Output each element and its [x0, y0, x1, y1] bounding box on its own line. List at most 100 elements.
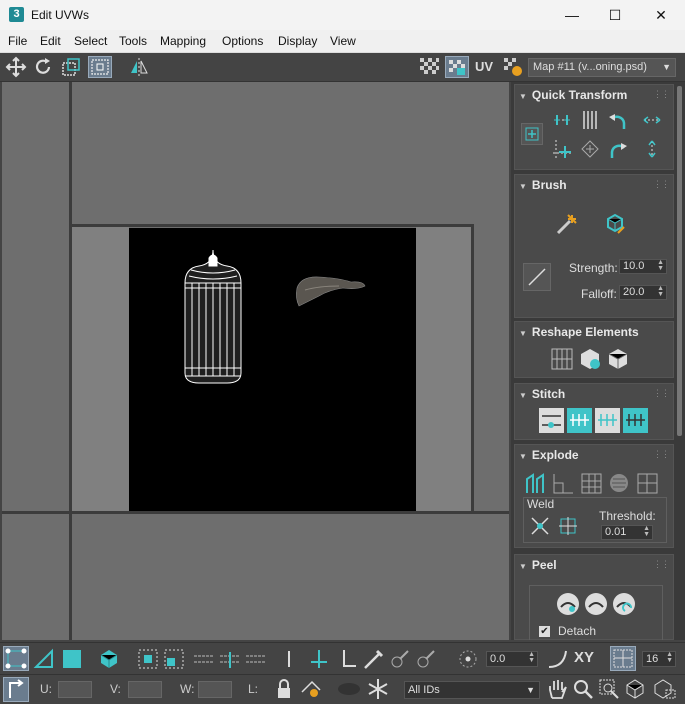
shrink-selection-icon[interactable]: [163, 648, 185, 670]
scale-icon[interactable]: [60, 56, 82, 78]
rollout-title[interactable]: ▼ Stitch: [519, 387, 565, 401]
paint-move-icon[interactable]: [554, 211, 580, 237]
rollout-reshape-elements: ▼ Reshape Elements: [514, 321, 674, 378]
flip-horizontal-icon[interactable]: [641, 109, 663, 131]
w-field[interactable]: [198, 681, 232, 698]
pan-hand-icon[interactable]: [546, 678, 568, 700]
menu-edit[interactable]: Edit: [40, 34, 61, 48]
absolute-relative-icon[interactable]: [3, 677, 29, 702]
stitch-average-icon[interactable]: [595, 408, 620, 433]
maximize-button[interactable]: ☐: [592, 0, 638, 30]
eye-icon[interactable]: [336, 678, 362, 700]
menu-mapping[interactable]: Mapping: [160, 34, 206, 48]
select-overlap-icon[interactable]: [336, 648, 358, 670]
menu-tools[interactable]: Tools: [119, 34, 147, 48]
quick-peel-icon[interactable]: [555, 591, 581, 617]
align-horizontal-icon[interactable]: [551, 109, 573, 131]
uv-mesh[interactable]: [129, 228, 416, 511]
menu-select[interactable]: Select: [74, 34, 107, 48]
peel-mode-icon[interactable]: [583, 591, 609, 617]
minimize-button[interactable]: —: [549, 0, 595, 30]
reset-peel-icon[interactable]: [611, 591, 637, 617]
grip-icon: ⋮⋮: [653, 388, 670, 398]
mirror-icon[interactable]: [128, 56, 150, 78]
checker-icon[interactable]: [418, 56, 440, 78]
uv-tile-border: [72, 227, 129, 511]
freeform-icon[interactable]: [88, 56, 112, 78]
break-icon[interactable]: [523, 471, 548, 496]
relax-brush-icon[interactable]: [602, 211, 628, 237]
panel-scrollbar[interactable]: [677, 86, 682, 436]
relax-icon[interactable]: [577, 346, 603, 372]
rollout-title[interactable]: ▼ Quick Transform: [519, 88, 627, 102]
flip-vertical-icon[interactable]: [641, 138, 663, 160]
map-icon[interactable]: [502, 56, 524, 78]
flatten-by-smoothing-icon[interactable]: [607, 471, 632, 496]
brush-size-icon[interactable]: [523, 263, 551, 291]
rotate-cw-icon[interactable]: [607, 138, 629, 160]
detach-edge-icon[interactable]: [551, 471, 576, 496]
xy-axis-label[interactable]: XY: [574, 649, 594, 666]
strength-spinner[interactable]: 10.0 ▲ ▼: [619, 259, 667, 274]
align-grid-icon[interactable]: [551, 138, 573, 160]
hide-icon[interactable]: [300, 678, 324, 700]
element-mode-icon[interactable]: [98, 648, 120, 670]
vertex-mode-icon[interactable]: [3, 646, 29, 671]
menu-options[interactable]: Options: [222, 34, 263, 48]
grid-snap-icon[interactable]: [610, 646, 636, 671]
v-field[interactable]: [128, 681, 162, 698]
falloff-spinner[interactable]: 20.0 ▲ ▼: [619, 285, 667, 300]
polygon-mode-icon[interactable]: [61, 648, 83, 670]
menu-display[interactable]: Display: [278, 34, 317, 48]
checker-active-icon[interactable]: [445, 56, 469, 78]
rollout-title[interactable]: ▼ Reshape Elements: [519, 325, 639, 339]
zoom-extents-icon[interactable]: [624, 678, 646, 700]
spacing-icon[interactable]: [579, 138, 601, 160]
zoom-region-icon[interactable]: [598, 678, 620, 700]
edge-mode-icon[interactable]: [33, 648, 55, 670]
uv-viewport[interactable]: [2, 82, 509, 640]
detach-checkbox[interactable]: ✔: [539, 626, 550, 637]
flatten-by-polygon-icon[interactable]: [579, 471, 604, 496]
grid-size-spinner[interactable]: 16 ▲ ▼: [642, 651, 676, 667]
rotation-icon[interactable]: [456, 648, 480, 670]
uv-texture-tile[interactable]: [129, 228, 416, 511]
select-by-element-icon[interactable]: [308, 648, 330, 670]
center-pivot-icon[interactable]: [521, 123, 543, 145]
grow-selection-icon[interactable]: [137, 648, 159, 670]
rollout-title[interactable]: ▼ Explode: [519, 448, 579, 462]
stitch-to-source-icon[interactable]: [623, 408, 648, 433]
loop-ring-icons[interactable]: [192, 648, 272, 670]
zoom-icon[interactable]: [572, 678, 594, 700]
move-icon[interactable]: [5, 56, 27, 78]
freeze-icon[interactable]: [366, 678, 390, 700]
close-button[interactable]: ✕: [638, 0, 684, 30]
threshold-label: Threshold:: [599, 509, 656, 523]
uv-axis-label[interactable]: UV: [475, 59, 493, 74]
rotate-ccw-icon[interactable]: [607, 109, 629, 131]
rollout-title[interactable]: ▼ Peel: [519, 558, 557, 572]
weld-selected-icon[interactable]: [529, 515, 551, 537]
align-vertical-icon[interactable]: [579, 109, 601, 131]
threshold-spinner[interactable]: 0.01 ▲ ▼: [601, 525, 653, 540]
map-select[interactable]: Map #11 (v...oning.psd) ▼: [528, 58, 676, 77]
weld-all-icon[interactable]: [557, 515, 579, 537]
menu-file[interactable]: File: [8, 34, 27, 48]
rollout-title[interactable]: ▼ Brush: [519, 178, 567, 192]
relax-cube-icon[interactable]: [605, 346, 631, 372]
straighten-icon[interactable]: [549, 346, 575, 372]
stitch-to-target-icon[interactable]: [567, 408, 592, 433]
lock-icon[interactable]: [274, 678, 294, 700]
paint-select-icon[interactable]: [362, 648, 384, 670]
u-field[interactable]: [58, 681, 92, 698]
stitch-custom-icon[interactable]: [539, 408, 564, 433]
angle-snap-icon[interactable]: [546, 648, 570, 670]
menu-view[interactable]: View: [330, 34, 356, 48]
material-id-select[interactable]: All IDs ▼: [404, 681, 540, 699]
paint-select-shrink-icon[interactable]: [414, 648, 436, 670]
paint-select-grow-icon[interactable]: [388, 648, 410, 670]
rotation-spinner[interactable]: 0.0 ▲ ▼: [486, 651, 538, 667]
flatten-by-material-icon[interactable]: [635, 471, 660, 496]
zoom-selected-icon[interactable]: [652, 678, 678, 700]
rotate-icon[interactable]: [32, 56, 54, 78]
